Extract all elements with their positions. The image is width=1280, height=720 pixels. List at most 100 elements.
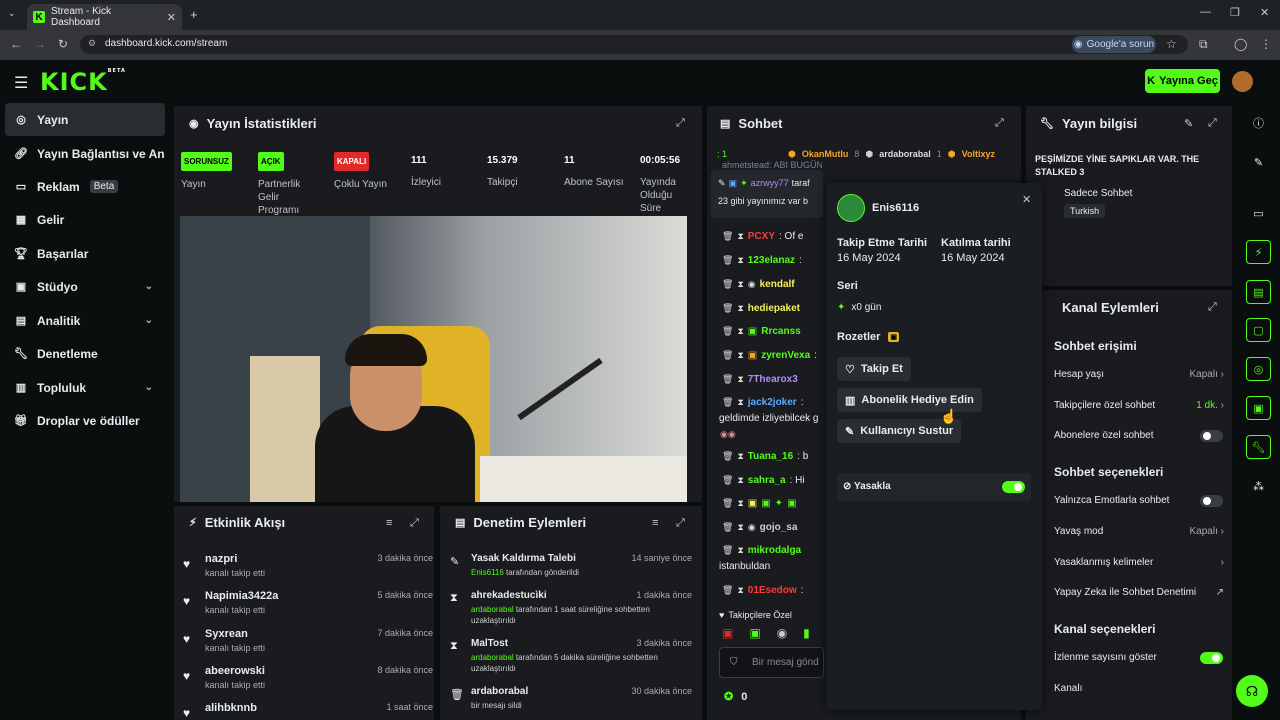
sidebar-item-ads[interactable]: ▭ Reklam Beta: [5, 170, 165, 203]
sidebar-item-revenue[interactable]: ▦ Gelir: [5, 203, 165, 236]
mod-actor[interactable]: ardaborabal: [471, 653, 514, 662]
setting-slow-mode[interactable]: Yavaş mod Kapalı ›: [1054, 526, 1224, 537]
mod-trash-icon[interactable]: 🗑︎: [722, 374, 733, 385]
activity-user[interactable]: Napimia3422a: [205, 590, 278, 602]
close-window-icon[interactable]: ✕: [1260, 6, 1269, 19]
expand-icon[interactable]: ⤢: [676, 517, 685, 530]
chat-user[interactable]: Tuana_16: [748, 451, 793, 462]
chat-user[interactable]: sahra_a: [748, 475, 786, 486]
chat-user[interactable]: Rrcanss: [761, 326, 800, 337]
sidebar-item-analytics[interactable]: ▤ Analitik ⌄: [5, 304, 165, 337]
pinned-message[interactable]: ✎ ▣ ✦ azrwyy77 taraf 23 gibi yayınımız var …: [711, 170, 823, 218]
follow-button[interactable]: ♡ Takip Et: [837, 357, 911, 381]
minimize-icon[interactable]: —: [1200, 6, 1211, 18]
maximize-icon[interactable]: ❐: [1230, 6, 1240, 19]
timeout-icon[interactable]: ⧗: [737, 522, 743, 533]
site-info-icon[interactable]: ⚙: [88, 38, 96, 49]
mod-item-title[interactable]: MalTost: [471, 638, 508, 649]
subs-only-toggle[interactable]: [1200, 430, 1223, 442]
activity-user[interactable]: Syxrean: [205, 628, 248, 640]
mod-actor[interactable]: Enis6116: [471, 568, 504, 577]
timeout-icon[interactable]: ⧗: [737, 498, 743, 509]
go-live-button[interactable]: K Yayına Geç: [1145, 69, 1220, 93]
chat-user[interactable]: 01Esedow: [748, 585, 797, 596]
chat-user[interactable]: PCXY: [748, 231, 775, 242]
mod-trash-icon[interactable]: 🗑︎: [722, 545, 733, 556]
timeout-icon[interactable]: ⧗: [737, 545, 743, 556]
apps-icon[interactable]: ⁂: [1246, 474, 1271, 498]
ban-toggle[interactable]: [1002, 481, 1025, 493]
mod-trash-icon[interactable]: 🗑︎: [722, 397, 733, 408]
sidebar-item-community[interactable]: ▥ Topluluk ⌄: [5, 371, 165, 404]
save-icon[interactable]: ▣: [1246, 396, 1271, 420]
quick-action-icon[interactable]: ⚡︎: [1246, 240, 1271, 264]
emote-only-toggle[interactable]: [1200, 495, 1223, 507]
expand-icon[interactable]: ⤢: [1208, 117, 1217, 130]
gift-sub-button[interactable]: ▥ Abonelik Hediye Edin: [837, 388, 982, 412]
tab-close-icon[interactable]: ✕: [167, 11, 176, 24]
info-icon[interactable]: ⓘ: [1246, 111, 1271, 135]
setting-followers-only[interactable]: Takipçilere özel sohbet 1 dk. ›: [1054, 400, 1224, 411]
expand-icon[interactable]: ⤢: [410, 517, 419, 530]
support-headset-icon[interactable]: ☊: [1236, 675, 1268, 707]
edit-icon[interactable]: ✎: [1246, 150, 1271, 174]
chat-message-input[interactable]: ⛉ Bir mesaj gönd: [719, 647, 824, 678]
timeout-icon[interactable]: ⧗: [737, 231, 743, 242]
timeout-icon[interactable]: ⧗: [737, 475, 743, 486]
activity-user[interactable]: alihbknnb: [205, 702, 257, 714]
new-tab-icon[interactable]: +: [190, 7, 198, 22]
emote-icon[interactable]: ▮: [803, 626, 810, 640]
tab-search-icon[interactable]: ⌄: [8, 8, 16, 19]
notes-icon[interactable]: ▤: [1246, 280, 1271, 304]
mod-actor[interactable]: ardaborabal: [471, 605, 514, 614]
mod-trash-icon[interactable]: 🗑︎: [722, 350, 733, 361]
timeout-icon[interactable]: ⧗: [737, 585, 743, 596]
browser-tab[interactable]: K Stream - Kick Dashboard ✕: [27, 4, 182, 30]
chat-user[interactable]: hediepaket: [748, 303, 800, 314]
timeout-icon[interactable]: ⧗: [737, 451, 743, 462]
chat-toggle-icon[interactable]: ▢: [1246, 318, 1271, 342]
mod-trash-icon[interactable]: 🗑︎: [722, 279, 733, 290]
sidebar-item-drops[interactable]: 🎁︎ Droplar ve ödüller: [5, 404, 165, 437]
mod-trash-icon[interactable]: 🗑︎: [722, 451, 733, 462]
gifter-name[interactable]: ardaborabal: [879, 149, 931, 159]
google-ask-button[interactable]: ◉ Google'a sorun: [1072, 36, 1156, 53]
video-icon[interactable]: ▭: [1246, 201, 1271, 225]
mod-trash-icon[interactable]: 🗑︎: [722, 255, 733, 266]
gifter-name[interactable]: Voltixyz: [962, 149, 995, 159]
avatar[interactable]: [1232, 71, 1253, 92]
chat-user[interactable]: jack2joker: [748, 397, 797, 408]
timeout-icon[interactable]: ⧗: [737, 255, 743, 266]
back-icon[interactable]: ←: [10, 37, 22, 51]
expand-icon[interactable]: ⤢: [995, 117, 1004, 130]
stream-toggle-icon[interactable]: ◎: [1246, 357, 1271, 381]
sidebar-item-achievements[interactable]: 🏆︎ Başarılar: [5, 237, 165, 270]
chat-user[interactable]: mikrodalga: [748, 545, 801, 556]
chat-user[interactable]: 123elanaz: [748, 255, 795, 266]
chat-user[interactable]: kendalf: [760, 279, 795, 290]
forward-icon[interactable]: →: [34, 37, 46, 51]
sidebar-item-moderation[interactable]: 🔧︎ Denetleme: [5, 337, 165, 370]
timeout-icon[interactable]: ⧗: [737, 303, 743, 314]
stream-tag[interactable]: Turkish: [1064, 204, 1106, 218]
filter-icon[interactable]: ≡: [652, 517, 658, 529]
emote-icon[interactable]: ▣: [749, 626, 760, 640]
pinned-user[interactable]: azrwyy77: [751, 178, 789, 189]
mod-trash-icon[interactable]: 🗑︎: [722, 522, 733, 533]
mod-trash-icon[interactable]: 🗑︎: [722, 303, 733, 314]
timeout-icon[interactable]: ⧗: [737, 279, 743, 290]
timeout-icon[interactable]: ⧗: [737, 397, 743, 408]
close-icon[interactable]: ✕: [1022, 193, 1031, 206]
viewcount-toggle[interactable]: [1200, 652, 1223, 664]
mod-trash-icon[interactable]: 🗑︎: [722, 498, 733, 509]
sidebar-item-stream[interactable]: ◎ Yayın: [5, 103, 165, 136]
setting-account-age[interactable]: Hesap yaşı Kapalı ›: [1054, 369, 1224, 380]
profile-icon[interactable]: ◯: [1234, 37, 1247, 51]
mod-trash-icon[interactable]: 🗑︎: [722, 231, 733, 242]
sidebar-item-stream-key[interactable]: 🔗︎ Yayın Bağlantısı ve Anahtarı: [5, 137, 165, 170]
browser-menu-icon[interactable]: ⋮: [1260, 37, 1272, 51]
stream-category[interactable]: Sadece Sohbet: [1064, 188, 1132, 199]
chat-user[interactable]: 7Thearox3: [748, 374, 798, 385]
mod-trash-icon[interactable]: 🗑︎: [722, 475, 733, 486]
setting-banned-words[interactable]: Yasaklanmış kelimeler ›: [1054, 557, 1224, 568]
